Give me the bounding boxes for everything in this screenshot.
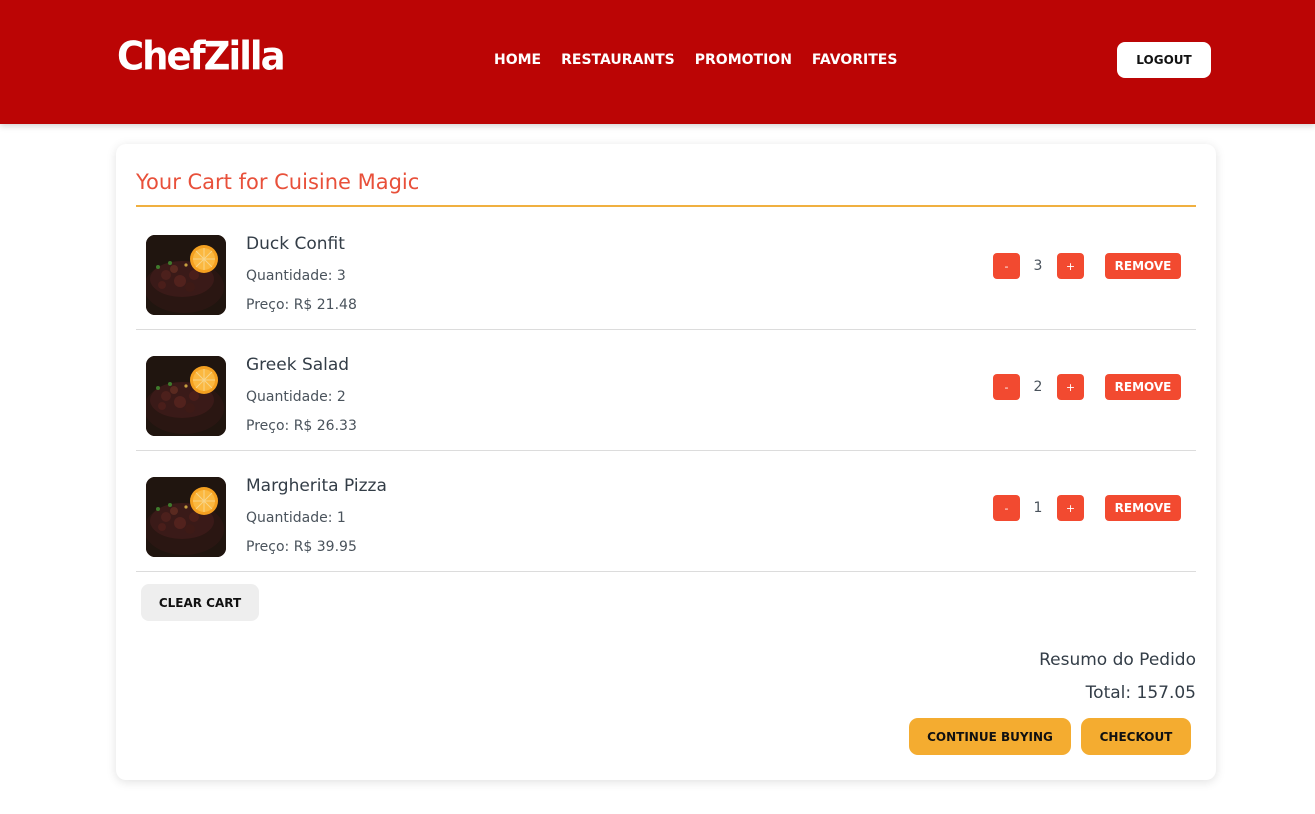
nav-restaurants[interactable]: RESTAURANTS (561, 52, 675, 68)
dish-image (146, 356, 226, 436)
dish-photo-icon (146, 356, 226, 436)
item-price: Preço: R$ 21.48 (246, 297, 357, 313)
cart-item: Margherita Pizza Quantidade: 1 Preço: R$… (136, 451, 1196, 572)
brand-logo[interactable]: ChefZilla (117, 34, 286, 79)
title-divider (136, 205, 1196, 207)
order-total: Total: 157.05 (1085, 683, 1196, 703)
dish-photo-icon (146, 235, 226, 315)
increment-button[interactable]: + (1057, 374, 1084, 400)
remove-button[interactable]: REMOVE (1105, 253, 1181, 279)
item-name: Duck Confit (246, 234, 345, 254)
dish-image (146, 477, 226, 557)
order-summary-title: Resumo do Pedido (1039, 650, 1196, 670)
item-price: Preço: R$ 39.95 (246, 539, 357, 555)
increment-button[interactable]: + (1057, 253, 1084, 279)
nav-home[interactable]: HOME (494, 52, 541, 68)
item-quantity: Quantidade: 2 (246, 389, 346, 405)
item-name: Margherita Pizza (246, 476, 387, 496)
logout-button[interactable]: LOGOUT (1117, 42, 1211, 78)
decrement-button[interactable]: - (993, 374, 1020, 400)
nav-promotion[interactable]: PROMOTION (695, 52, 792, 68)
checkout-button[interactable]: CHECKOUT (1081, 718, 1191, 755)
nav-favorites[interactable]: FAVORITES (812, 52, 898, 68)
cart-item: Duck Confit Quantidade: 3 Preço: R$ 21.4… (136, 209, 1196, 330)
item-quantity: Quantidade: 1 (246, 510, 346, 526)
dish-photo-icon (146, 477, 226, 557)
clear-cart-button[interactable]: CLEAR CART (141, 584, 259, 621)
quantity-value: 3 (1033, 258, 1043, 274)
decrement-button[interactable]: - (993, 253, 1020, 279)
continue-buying-button[interactable]: CONTINUE BUYING (909, 718, 1071, 755)
item-price: Preço: R$ 26.33 (246, 418, 357, 434)
cart-item: Greek Salad Quantidade: 2 Preço: R$ 26.3… (136, 330, 1196, 451)
remove-button[interactable]: REMOVE (1105, 495, 1181, 521)
cart-card: Your Cart for Cuisine Magic Duck Confit … (116, 144, 1216, 780)
item-name: Greek Salad (246, 355, 350, 375)
cart-title: Your Cart for Cuisine Magic (136, 170, 420, 194)
quantity-value: 2 (1033, 379, 1043, 395)
main-nav: HOME RESTAURANTS PROMOTION FAVORITES (494, 52, 897, 68)
decrement-button[interactable]: - (993, 495, 1020, 521)
increment-button[interactable]: + (1057, 495, 1084, 521)
quantity-value: 1 (1033, 500, 1043, 516)
top-header: ChefZilla HOME RESTAURANTS PROMOTION FAV… (0, 0, 1315, 124)
remove-button[interactable]: REMOVE (1105, 374, 1181, 400)
dish-image (146, 235, 226, 315)
item-quantity: Quantidade: 3 (246, 268, 346, 284)
